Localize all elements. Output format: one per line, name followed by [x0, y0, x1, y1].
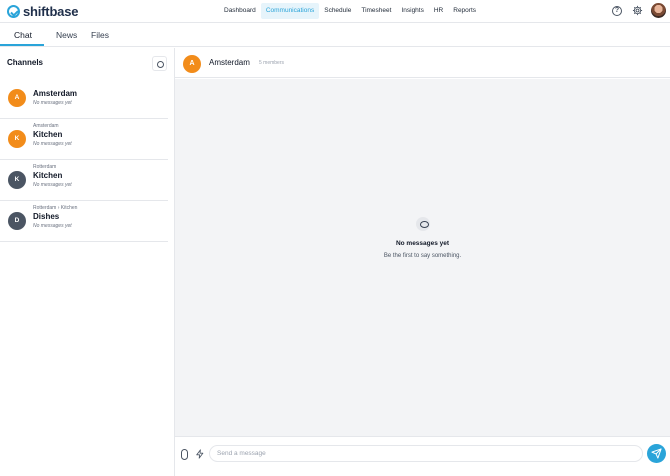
send-icon	[651, 448, 662, 459]
send-button[interactable]	[647, 444, 666, 463]
gear-icon[interactable]	[632, 5, 643, 16]
user-avatar[interactable]	[651, 3, 666, 18]
lightning-icon[interactable]	[195, 448, 205, 460]
channel-header-name: Amsterdam	[209, 58, 250, 67]
channel-context: Amsterdam	[33, 123, 59, 129]
message-composer	[175, 436, 670, 476]
nav-hr[interactable]: HR	[429, 3, 448, 19]
main-nav: Dashboard Communications Schedule Timesh…	[219, 3, 481, 19]
nav-timesheet[interactable]: Timesheet	[356, 3, 396, 19]
tab-news[interactable]: News	[56, 23, 77, 47]
channel-context: Rotterdam › Kitchen	[33, 205, 78, 211]
channel-status: No messages yet	[33, 223, 72, 229]
message-area: No messages yet Be the first to say some…	[175, 79, 670, 436]
channel-header-avatar: A	[183, 55, 201, 73]
logo[interactable]: shiftbase	[7, 4, 78, 19]
channel-context: Rotterdam	[33, 164, 57, 170]
channel-header: A Amsterdam 5 members	[175, 48, 670, 78]
channel-item-rotterdam-dishes[interactable]: D Rotterdam › Kitchen Dishes No messages…	[0, 201, 168, 242]
channels-sidebar: Channels A Amsterdam No messages yet K A…	[0, 48, 175, 476]
channel-status: No messages yet	[33, 182, 72, 188]
sidebar-title: Channels	[7, 58, 44, 67]
channel-item-rotterdam-kitchen[interactable]: K Rotterdam Kitchen No messages yet	[0, 160, 168, 201]
top-bar: shiftbase Dashboard Communications Sched…	[0, 0, 670, 23]
tab-files[interactable]: Files	[91, 23, 109, 47]
nav-dashboard[interactable]: Dashboard	[219, 3, 261, 19]
channel-status: No messages yet	[33, 141, 72, 147]
channel-avatar: A	[8, 89, 26, 107]
message-input[interactable]	[209, 445, 643, 462]
channel-avatar: K	[8, 130, 26, 148]
channel-name: Kitchen	[33, 130, 63, 139]
chat-bubble-icon	[416, 217, 430, 231]
brand-name: shiftbase	[23, 4, 79, 19]
empty-state-subtitle: Be the first to say something.	[383, 253, 462, 259]
paperclip-icon[interactable]	[181, 449, 188, 460]
active-tab-indicator	[0, 44, 44, 46]
channel-name: Dishes	[33, 212, 60, 221]
channel-status: No messages yet	[33, 100, 72, 106]
channel-settings-button[interactable]	[152, 56, 167, 71]
nav-communications[interactable]: Communications	[260, 3, 320, 19]
channel-avatar: K	[8, 171, 26, 189]
nav-insights[interactable]: Insights	[396, 3, 428, 19]
nav-reports[interactable]: Reports	[448, 3, 481, 19]
channel-name: Amsterdam	[33, 89, 78, 98]
channel-name: Kitchen	[33, 171, 63, 180]
channel-item-amsterdam[interactable]: A Amsterdam No messages yet	[0, 78, 168, 119]
channel-members-count[interactable]: 5 members	[259, 60, 284, 66]
help-icon[interactable]: ?	[612, 6, 622, 16]
nav-schedule[interactable]: Schedule	[319, 3, 356, 19]
channel-avatar: D	[8, 212, 26, 230]
empty-state-title: No messages yet	[395, 240, 450, 247]
channel-item-amsterdam-kitchen[interactable]: K Amsterdam Kitchen No messages yet	[0, 119, 168, 160]
sub-bar: Chat News Files	[0, 23, 670, 47]
logo-icon	[7, 5, 20, 18]
